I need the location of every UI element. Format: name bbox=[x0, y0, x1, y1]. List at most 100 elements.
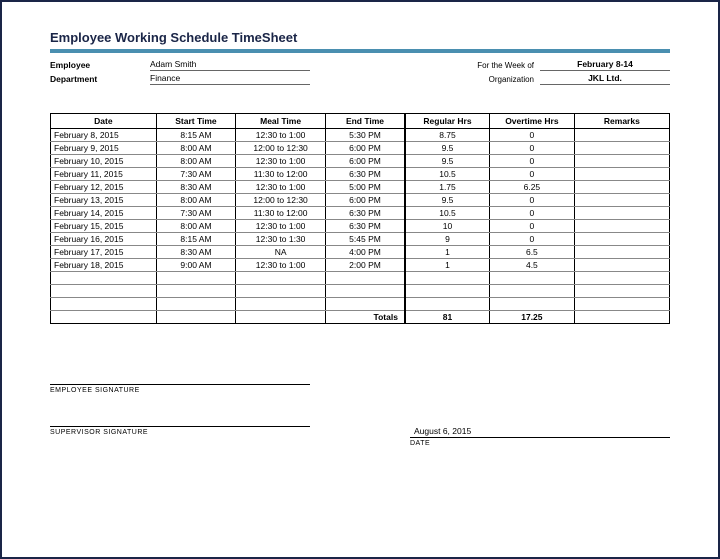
cell-start: 7:30 AM bbox=[156, 207, 235, 220]
table-row: February 12, 20158:30 AM12:30 to 1:005:0… bbox=[51, 181, 670, 194]
cell-meal: 12:30 to 1:00 bbox=[236, 259, 326, 272]
totals-overtime: 17.25 bbox=[490, 311, 575, 324]
cell-start: 8:15 AM bbox=[156, 129, 235, 142]
cell-start: 9:00 AM bbox=[156, 259, 235, 272]
cell-end: 5:45 PM bbox=[326, 233, 405, 246]
cell-regular: 10.5 bbox=[405, 207, 490, 220]
cell-date: February 18, 2015 bbox=[51, 259, 157, 272]
supervisor-sig-label: SUPERVISOR SIGNATURE bbox=[50, 429, 310, 436]
cell-regular: 10 bbox=[405, 220, 490, 233]
table-row: February 14, 20157:30 AM11:30 to 12:006:… bbox=[51, 207, 670, 220]
cell-overtime: 6.5 bbox=[490, 246, 575, 259]
date-line bbox=[410, 437, 670, 438]
table-row: February 8, 20158:15 AM12:30 to 1:005:30… bbox=[51, 129, 670, 142]
employee-label: Employee bbox=[50, 60, 150, 70]
cell-remarks bbox=[574, 181, 669, 194]
cell-regular: 9.5 bbox=[405, 142, 490, 155]
cell-remarks bbox=[574, 259, 669, 272]
cell-start: 7:30 AM bbox=[156, 168, 235, 181]
cell-meal: 11:30 to 12:00 bbox=[236, 207, 326, 220]
totals-row: Totals8117.25 bbox=[51, 311, 670, 324]
table-row: February 13, 20158:00 AM12:00 to 12:306:… bbox=[51, 194, 670, 207]
header-regular: Regular Hrs bbox=[405, 114, 490, 129]
table-row: February 18, 20159:00 AM12:30 to 1:002:0… bbox=[51, 259, 670, 272]
week-label: For the Week of bbox=[450, 61, 540, 70]
employee-sig-label: EMPLOYEE SIGNATURE bbox=[50, 387, 310, 394]
signature-section-2: SUPERVISOR SIGNATURE August 6, 2015 DATE bbox=[50, 426, 670, 447]
cell-remarks bbox=[574, 168, 669, 181]
cell-remarks bbox=[574, 129, 669, 142]
cell-remarks bbox=[574, 155, 669, 168]
cell-start: 8:30 AM bbox=[156, 246, 235, 259]
cell-overtime: 0 bbox=[490, 233, 575, 246]
header-row: Date Start Time Meal Time End Time Regul… bbox=[51, 114, 670, 129]
cell-regular: 10.5 bbox=[405, 168, 490, 181]
cell-start: 8:30 AM bbox=[156, 181, 235, 194]
cell-remarks bbox=[574, 220, 669, 233]
cell-start: 8:15 AM bbox=[156, 233, 235, 246]
cell-end: 6:00 PM bbox=[326, 194, 405, 207]
table-row-blank bbox=[51, 272, 670, 285]
cell-overtime: 0 bbox=[490, 220, 575, 233]
header-start: Start Time bbox=[156, 114, 235, 129]
cell-end: 6:30 PM bbox=[326, 168, 405, 181]
cell-overtime: 0 bbox=[490, 129, 575, 142]
title-underline bbox=[50, 49, 670, 53]
cell-meal: 11:30 to 12:00 bbox=[236, 168, 326, 181]
org-label: Organization bbox=[450, 75, 540, 84]
cell-meal: 12:30 to 1:00 bbox=[236, 181, 326, 194]
cell-end: 5:30 PM bbox=[326, 129, 405, 142]
cell-regular: 9.5 bbox=[405, 194, 490, 207]
cell-remarks bbox=[574, 194, 669, 207]
cell-date: February 10, 2015 bbox=[51, 155, 157, 168]
cell-date: February 15, 2015 bbox=[51, 220, 157, 233]
cell-end: 6:00 PM bbox=[326, 142, 405, 155]
supervisor-sig-line bbox=[50, 426, 310, 427]
cell-overtime: 6.25 bbox=[490, 181, 575, 194]
date-label: DATE bbox=[410, 440, 670, 447]
cell-regular: 1 bbox=[405, 259, 490, 272]
cell-overtime: 0 bbox=[490, 155, 575, 168]
cell-overtime: 0 bbox=[490, 207, 575, 220]
week-value: February 8-14 bbox=[540, 59, 670, 71]
table-row-blank bbox=[51, 298, 670, 311]
cell-date: February 14, 2015 bbox=[51, 207, 157, 220]
header-overtime: Overtime Hrs bbox=[490, 114, 575, 129]
date-value: August 6, 2015 bbox=[410, 426, 670, 436]
cell-start: 8:00 AM bbox=[156, 142, 235, 155]
employee-sig-line bbox=[50, 384, 310, 385]
page-title: Employee Working Schedule TimeSheet bbox=[50, 30, 670, 45]
department-value: Finance bbox=[150, 73, 310, 85]
cell-end: 6:30 PM bbox=[326, 220, 405, 233]
totals-label: Totals bbox=[326, 311, 405, 324]
cell-date: February 12, 2015 bbox=[51, 181, 157, 194]
cell-remarks bbox=[574, 246, 669, 259]
table-row: February 17, 20158:30 AMNA4:00 PM16.5 bbox=[51, 246, 670, 259]
table-row: February 15, 20158:00 AM12:30 to 1:006:3… bbox=[51, 220, 670, 233]
cell-date: February 16, 2015 bbox=[51, 233, 157, 246]
org-value: JKL Ltd. bbox=[540, 73, 670, 85]
cell-regular: 9 bbox=[405, 233, 490, 246]
cell-start: 8:00 AM bbox=[156, 194, 235, 207]
cell-meal: 12:30 to 1:30 bbox=[236, 233, 326, 246]
cell-meal: NA bbox=[236, 246, 326, 259]
cell-regular: 1.75 bbox=[405, 181, 490, 194]
cell-overtime: 0 bbox=[490, 168, 575, 181]
cell-end: 4:00 PM bbox=[326, 246, 405, 259]
cell-end: 6:30 PM bbox=[326, 207, 405, 220]
cell-date: February 13, 2015 bbox=[51, 194, 157, 207]
table-row: February 10, 20158:00 AM12:30 to 1:006:0… bbox=[51, 155, 670, 168]
department-label: Department bbox=[50, 74, 150, 84]
cell-end: 5:00 PM bbox=[326, 181, 405, 194]
cell-date: February 17, 2015 bbox=[51, 246, 157, 259]
header-meal: Meal Time bbox=[236, 114, 326, 129]
info-section: Employee Adam Smith Department Finance F… bbox=[50, 59, 670, 85]
cell-overtime: 0 bbox=[490, 142, 575, 155]
cell-date: February 9, 2015 bbox=[51, 142, 157, 155]
cell-meal: 12:00 to 12:30 bbox=[236, 142, 326, 155]
cell-remarks bbox=[574, 207, 669, 220]
cell-regular: 1 bbox=[405, 246, 490, 259]
cell-regular: 9.5 bbox=[405, 155, 490, 168]
cell-meal: 12:00 to 12:30 bbox=[236, 194, 326, 207]
cell-remarks bbox=[574, 142, 669, 155]
